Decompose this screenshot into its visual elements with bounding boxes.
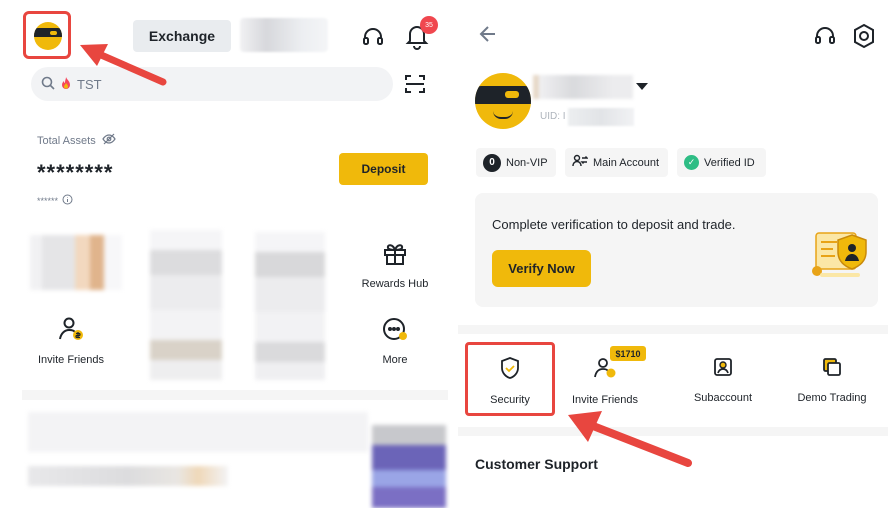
more-label: More — [382, 354, 408, 366]
avatar — [34, 22, 62, 50]
deposit-button[interactable]: Deposit — [339, 153, 428, 185]
blurred-shortcut-2[interactable] — [150, 230, 222, 380]
profile-avatar[interactable] — [475, 73, 531, 129]
id-verification-illustration-icon — [808, 221, 874, 292]
account-type-tag[interactable]: Main Account — [565, 148, 668, 177]
invite-friends-action[interactable]: Invite Friends — [560, 342, 650, 416]
subaccount-label: Subaccount — [693, 392, 753, 404]
uid-blurred — [568, 108, 634, 126]
more-shortcut[interactable]: More — [352, 316, 438, 366]
demo-trading-icon — [821, 356, 843, 383]
demo-trading-action[interactable]: Demo Trading — [787, 342, 877, 416]
blurred-shortcut-1[interactable] — [30, 235, 122, 290]
switch-account-icon — [572, 154, 589, 171]
section-divider — [458, 427, 888, 436]
tab-exchange[interactable]: Exchange — [133, 20, 231, 52]
fire-icon — [60, 76, 72, 93]
search-icon — [41, 76, 55, 93]
verify-now-button[interactable]: Verify Now — [492, 250, 591, 287]
verified-check-icon: ✓ — [684, 155, 699, 170]
gift-icon — [382, 240, 408, 271]
uid-label: UID: I — [540, 111, 566, 122]
blurred-banner-row — [28, 466, 228, 486]
search-placeholder: TST — [77, 76, 102, 92]
blurred-thumbnail[interactable] — [372, 425, 446, 508]
settings-gear-icon[interactable] — [851, 23, 877, 54]
shield-icon — [499, 356, 521, 385]
back-arrow-icon[interactable] — [478, 24, 498, 49]
rewards-hub-shortcut[interactable]: Rewards Hub — [352, 240, 438, 290]
demo-trading-label: Demo Trading — [797, 392, 867, 404]
blurred-banner[interactable] — [28, 412, 368, 508]
customer-support-heading: Customer Support — [475, 456, 598, 472]
invite-friends-action-label: Invite Friends — [571, 394, 639, 406]
total-assets-label: Total Assets — [37, 133, 116, 148]
home-screen: Exchange 35 TST Total Assets ******** **… — [0, 0, 450, 508]
verified-id-label: Verified ID — [704, 156, 755, 169]
invite-friends-shortcut[interactable]: Invite Friends — [28, 316, 114, 366]
vip-status-label: Non-VIP — [506, 156, 548, 169]
info-icon[interactable] — [62, 194, 73, 207]
security-action[interactable]: Security — [465, 342, 555, 416]
vip-level-badge: 0 — [483, 153, 501, 172]
profile-screen: UID: I 0 Non-VIP Main Account ✓ Verified… — [458, 0, 888, 508]
rewards-hub-label: Rewards Hub — [361, 278, 429, 290]
account-switch-caret-icon[interactable] — [636, 83, 648, 90]
section-divider — [22, 390, 448, 400]
search-input[interactable]: TST — [31, 67, 393, 101]
verification-message: Complete verification to deposit and tra… — [492, 217, 736, 232]
verified-id-tag[interactable]: ✓ Verified ID — [677, 148, 766, 177]
subvalue-text: ****** — [37, 195, 59, 206]
account-type-label: Main Account — [593, 156, 660, 169]
profile-avatar-button[interactable] — [23, 11, 71, 59]
invite-friends-icon — [592, 356, 618, 385]
blurred-shortcut-3[interactable] — [255, 232, 325, 380]
subaccount-action[interactable]: Subaccount — [678, 342, 768, 416]
scan-icon[interactable] — [403, 72, 427, 101]
headset-icon[interactable] — [361, 25, 385, 54]
headset-icon[interactable] — [813, 24, 837, 53]
username-blurred[interactable] — [533, 75, 633, 99]
total-assets-subvalue: ****** — [37, 194, 73, 207]
notification-badge: 35 — [420, 16, 438, 34]
total-assets-value: ******** — [37, 160, 114, 185]
invite-friends-icon — [57, 316, 85, 347]
eye-hidden-icon[interactable] — [101, 133, 116, 148]
verification-card: Complete verification to deposit and tra… — [475, 193, 878, 307]
more-icon — [381, 316, 409, 347]
total-assets-text: Total Assets — [37, 134, 96, 147]
invite-friends-label: Invite Friends — [37, 354, 105, 366]
security-label: Security — [490, 394, 530, 406]
section-divider — [458, 325, 888, 334]
tab-blurred[interactable] — [240, 18, 328, 52]
subaccount-icon — [712, 356, 734, 383]
vip-status-tag[interactable]: 0 Non-VIP — [476, 148, 556, 177]
